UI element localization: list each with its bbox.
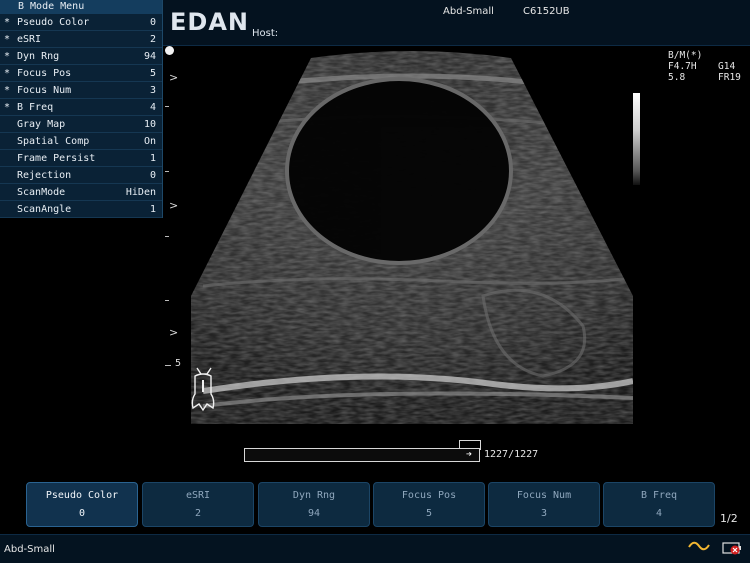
- menu-item-value: 0: [149, 17, 156, 28]
- menu-item-value: 3: [149, 85, 156, 96]
- depth-tick: [165, 300, 169, 301]
- scan-param-row: B/M(*): [668, 50, 746, 61]
- depth-tick: [165, 236, 169, 237]
- softkey-label: Focus Num: [516, 490, 572, 501]
- menu-item[interactable]: ScanAngle 1: [0, 201, 162, 218]
- menu-item-value: 5: [149, 68, 156, 79]
- menu-item-label: Gray Map: [17, 119, 66, 130]
- softkey-value: 5: [425, 508, 433, 519]
- menu-item-value: 4: [149, 102, 156, 113]
- wave-icon: [688, 541, 710, 551]
- softkey[interactable]: Focus Num 3: [488, 482, 600, 527]
- battery-icon: [722, 542, 741, 555]
- scan-param-row: 5.8 FR19: [668, 72, 746, 83]
- menu-item-value: 2: [149, 34, 156, 45]
- menu-title: B Mode Menu: [0, 0, 162, 14]
- scan-param: B/M(*): [668, 50, 703, 61]
- depth-tick: [165, 365, 171, 366]
- menu-item[interactable]: * Dyn Rng 94: [0, 48, 162, 65]
- menu-item-value: 94: [143, 51, 156, 62]
- page-indicator[interactable]: 1/2: [720, 512, 738, 525]
- menu-item-value: On: [143, 136, 156, 147]
- depth-tick: [165, 171, 169, 172]
- modified-star: *: [4, 51, 11, 62]
- softkey[interactable]: eSRI 2: [142, 482, 254, 527]
- menu-item[interactable]: Spatial Comp On: [0, 133, 162, 150]
- menu-item-label: Spatial Comp: [17, 136, 90, 147]
- menu-item-label: Rejection: [17, 170, 72, 181]
- softkey[interactable]: Dyn Rng 94: [258, 482, 370, 527]
- host-label: Host:: [252, 28, 279, 39]
- scan-param: FR19: [718, 72, 741, 83]
- menu-item[interactable]: Rejection 0: [0, 167, 162, 184]
- modified-star: *: [4, 85, 11, 96]
- softkey-label: Dyn Rng: [292, 490, 336, 501]
- menu-item-label: Focus Pos: [17, 68, 72, 79]
- depth-tick: [165, 106, 169, 107]
- softkey[interactable]: Focus Pos 5: [373, 482, 485, 527]
- softkey-value: 0: [78, 508, 86, 519]
- softkey-value: 94: [307, 508, 321, 519]
- cine-progress: [245, 449, 479, 461]
- scan-param: F4.7H: [668, 61, 697, 72]
- menu-item[interactable]: * B Freq 4: [0, 99, 162, 116]
- menu-item-label: ScanAngle: [17, 204, 72, 215]
- scan-param-row: F4.7H G14: [668, 61, 746, 72]
- menu-item[interactable]: * eSRI 2: [0, 31, 162, 48]
- modified-star: *: [4, 68, 11, 79]
- softkey-value: 3: [540, 508, 548, 519]
- menu-item-label: ScanMode: [17, 187, 66, 198]
- menu-item-label: Frame Persist: [17, 153, 96, 164]
- softkey-label: eSRI: [185, 490, 211, 501]
- menu-item-value: 10: [143, 119, 156, 130]
- softkey[interactable]: B Freq 4: [603, 482, 715, 527]
- orientation-dot: [165, 46, 174, 55]
- ultrasound-image: > > > 5: [163, 46, 660, 426]
- cine-loop-bar[interactable]: ➔: [244, 448, 480, 462]
- scan-param: 5.8: [668, 72, 686, 83]
- exam-preset: Abd-Small: [443, 6, 494, 17]
- status-preset: Abd-Small: [4, 544, 55, 555]
- b-mode-menu: B Mode Menu * Pseudo Color 0 * eSRI 2 * Dyn Rng…: [0, 0, 163, 218]
- scan-parameters: B/M(*) F4.7H G14 5.8 FR19: [668, 50, 746, 83]
- focus-marker: >: [169, 326, 179, 339]
- softkey-label: Pseudo Color: [45, 490, 119, 501]
- modified-star: *: [4, 102, 11, 113]
- scan-param: G14: [718, 61, 736, 72]
- grayscale-bar: [633, 93, 640, 185]
- menu-item-value: 1: [149, 153, 156, 164]
- softkey-value: 4: [655, 508, 663, 519]
- softkey-label: B Freq: [640, 490, 678, 501]
- cine-arrow-icon: ➔: [466, 449, 473, 460]
- menu-item[interactable]: Gray Map 10: [0, 116, 162, 133]
- modified-star: *: [4, 34, 11, 45]
- menu-item-value: 0: [149, 170, 156, 181]
- menu-item-label: eSRI: [17, 34, 42, 45]
- menu-item-label: Focus Num: [17, 85, 72, 96]
- status-bar: Abd-Small: [0, 534, 750, 563]
- probe-model: C6152UB: [523, 6, 570, 17]
- softkey[interactable]: Pseudo Color 0: [26, 482, 138, 527]
- menu-item-value: 1: [149, 204, 156, 215]
- body-mark-icon: [191, 367, 215, 412]
- brand-logo: EDAN: [170, 8, 249, 36]
- menu-item[interactable]: * Focus Pos 5: [0, 65, 162, 82]
- menu-item-label: B Freq: [17, 102, 54, 113]
- focus-marker: >: [169, 199, 179, 212]
- scan-sector: [191, 51, 633, 424]
- menu-item[interactable]: Frame Persist 1: [0, 150, 162, 167]
- softkey-label: Focus Pos: [401, 490, 457, 501]
- depth-label: 5: [175, 358, 182, 369]
- modified-star: *: [4, 17, 11, 28]
- focus-marker: >: [169, 71, 179, 84]
- menu-item-label: Dyn Rng: [17, 51, 60, 62]
- menu-item-label: Pseudo Color: [17, 17, 90, 28]
- menu-item[interactable]: * Focus Num 3: [0, 82, 162, 99]
- softkey-value: 2: [194, 508, 202, 519]
- menu-item-value: HiDen: [125, 187, 156, 198]
- cine-counter: 1227/1227: [484, 449, 539, 460]
- menu-item[interactable]: ScanMode HiDen: [0, 184, 162, 201]
- menu-item[interactable]: * Pseudo Color 0: [0, 14, 162, 31]
